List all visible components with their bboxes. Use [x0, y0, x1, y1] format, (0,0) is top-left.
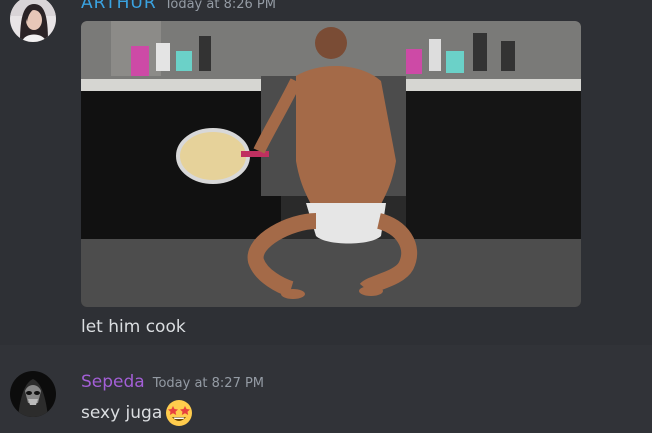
- message-header: ARTHUR Today at 8:26 PM: [81, 0, 276, 13]
- gif-attachment[interactable]: [81, 21, 581, 307]
- message-header: Sepeda Today at 8:27 PM: [81, 372, 264, 392]
- username[interactable]: Sepeda: [81, 372, 145, 392]
- star-struck-emoji-icon[interactable]: [164, 398, 194, 428]
- message-text: sexy juga: [81, 403, 163, 423]
- timestamp: Today at 8:26 PM: [164, 0, 276, 12]
- message-text: let him cook: [81, 317, 186, 337]
- username[interactable]: ARTHUR: [81, 0, 157, 13]
- timestamp: Today at 8:27 PM: [152, 376, 265, 391]
- message-text-row: sexy juga: [81, 398, 194, 428]
- avatar-sepeda[interactable]: [10, 371, 56, 417]
